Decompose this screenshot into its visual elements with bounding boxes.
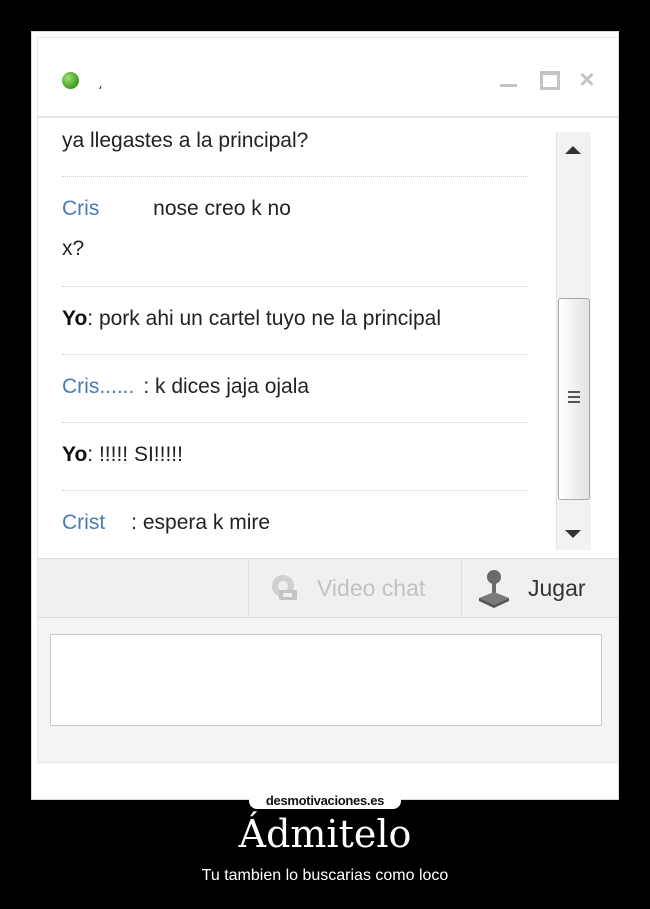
poster-title: Ádmitelo bbox=[238, 812, 412, 856]
message-divider bbox=[62, 354, 528, 355]
message-sender: Crist bbox=[62, 511, 106, 534]
scroll-down-icon[interactable] bbox=[565, 530, 581, 538]
message-text: : espera k mire bbox=[131, 511, 271, 534]
message-text: : !!!!! SI!!!!! bbox=[87, 443, 183, 466]
message-divider bbox=[62, 286, 528, 287]
message-item: ya llegastes a la principal? bbox=[62, 126, 528, 156]
message-sender: Yo bbox=[62, 443, 88, 466]
poster-caption: Tu tambien lo buscarias como loco bbox=[201, 867, 449, 884]
chat-window: ، × ya llegastes a la principal? Cris no… bbox=[38, 38, 618, 762]
message-text: ya llegastes a la principal? bbox=[62, 129, 309, 152]
message-divider bbox=[62, 422, 528, 423]
message-text: x? bbox=[62, 237, 85, 260]
message-item: Yo: !!!!! SI!!!!! bbox=[62, 440, 528, 470]
message-scrollbar[interactable] bbox=[556, 132, 591, 550]
title-bar: ، × bbox=[38, 38, 618, 118]
message-divider bbox=[62, 490, 528, 491]
message-text: nose creo k no bbox=[147, 197, 291, 220]
message-text: : k dices jaja ojala bbox=[143, 375, 310, 398]
message-sender: Cris bbox=[62, 375, 100, 398]
scroll-thumb[interactable] bbox=[558, 298, 590, 500]
scroll-up-icon[interactable] bbox=[565, 146, 581, 154]
message-text: : pork ahi un cartel tuyo ne la principa… bbox=[87, 307, 441, 330]
joystick-icon bbox=[479, 570, 509, 608]
chat-toolbar: Video chat Jugar bbox=[38, 558, 618, 618]
video-camera-icon bbox=[272, 575, 297, 600]
maximize-icon[interactable] bbox=[536, 66, 562, 92]
contact-name: ، bbox=[98, 76, 103, 92]
play-button[interactable]: Jugar bbox=[462, 559, 618, 617]
message-item: Crist : espera k mire bbox=[62, 508, 528, 538]
online-status-icon bbox=[62, 72, 79, 89]
minimize-icon[interactable] bbox=[496, 66, 522, 92]
message-input[interactable] bbox=[50, 634, 602, 726]
grip-icon bbox=[568, 391, 580, 405]
message-item: Cris nose creo k no bbox=[62, 194, 528, 224]
input-area bbox=[38, 618, 618, 762]
site-logo: desmotivaciones.es bbox=[249, 793, 401, 809]
message-list: ya llegastes a la principal? Cris nose c… bbox=[38, 118, 558, 558]
message-divider bbox=[62, 176, 528, 177]
message-item: Cris......: k dices jaja ojala bbox=[62, 375, 310, 398]
play-label: Jugar bbox=[528, 575, 586, 601]
message-sender: Yo bbox=[62, 307, 88, 330]
video-chat-button[interactable]: Video chat bbox=[248, 559, 462, 617]
message-item: x? bbox=[62, 234, 528, 264]
video-chat-label: Video chat bbox=[317, 575, 426, 601]
message-sender: Cris bbox=[62, 197, 100, 220]
close-icon[interactable]: × bbox=[574, 66, 600, 92]
message-item: Yo: pork ahi un cartel tuyo ne la princi… bbox=[62, 304, 528, 334]
poster-frame: ، × ya llegastes a la principal? Cris no… bbox=[31, 31, 619, 800]
